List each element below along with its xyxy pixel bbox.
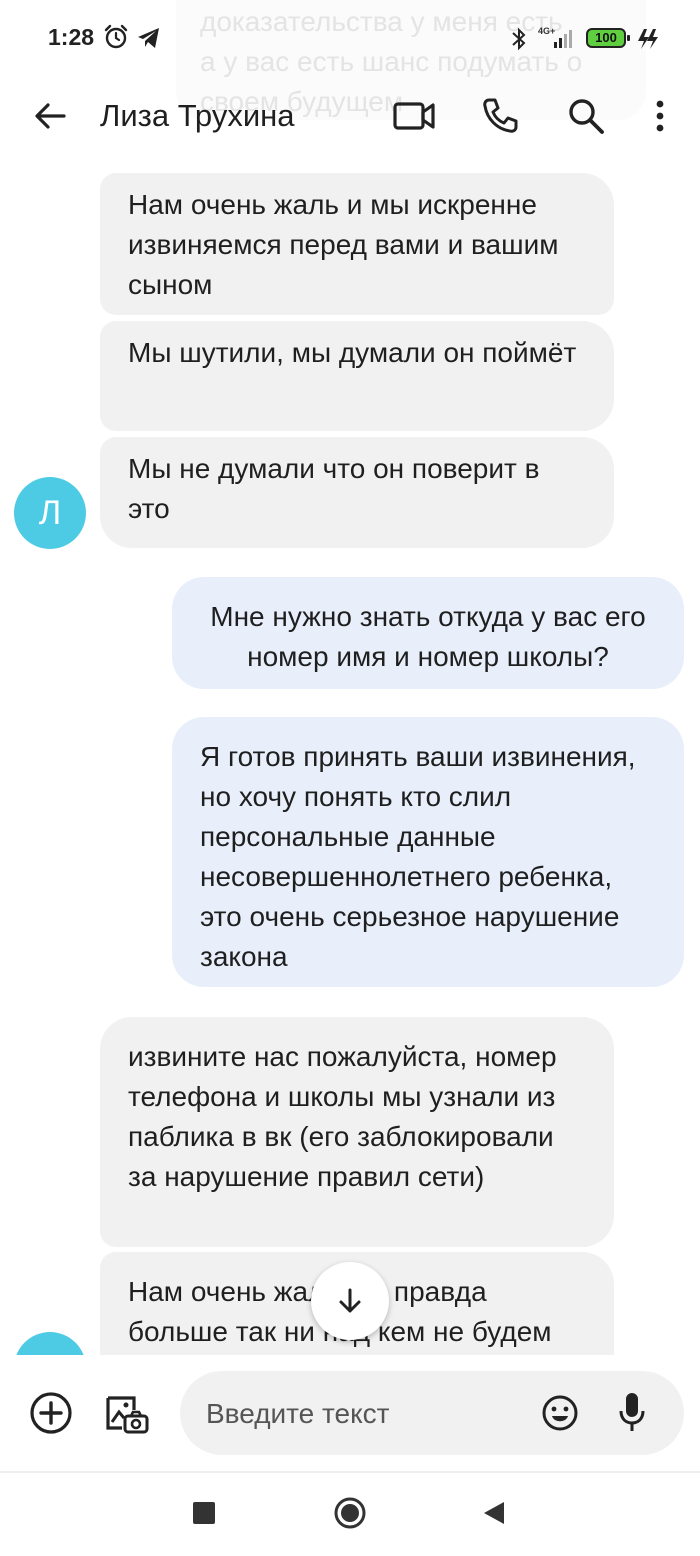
ghost-line: а у вас есть шанс подумать о [200, 46, 583, 77]
phone-call-icon[interactable] [480, 96, 520, 136]
emoji-icon[interactable] [540, 1393, 580, 1433]
more-options-icon[interactable] [648, 96, 672, 136]
nav-back-icon[interactable] [482, 1500, 506, 1526]
telegram-icon [138, 28, 159, 48]
message-bubble-incoming[interactable]: Мы не думали что он поверит в это [100, 437, 614, 548]
compose-bar [0, 1355, 700, 1471]
message-input-container[interactable] [180, 1371, 684, 1455]
charging-icon [638, 29, 658, 49]
message-bubble-incoming[interactable]: извините нас пожалуйста, номер телефона … [100, 1017, 614, 1247]
status-bar: доказательства у меня есть а у вас есть … [0, 0, 700, 120]
scroll-to-bottom-button[interactable] [311, 1262, 389, 1340]
message-bubble-outgoing[interactable]: Я готов принять ваши извинения, но хочу … [172, 717, 684, 987]
status-time: 1:28 [48, 24, 95, 50]
back-arrow-icon[interactable] [30, 96, 70, 136]
message-list[interactable]: Нам очень жаль и мы искренне извиняемся … [0, 160, 700, 1355]
message-bubble-outgoing[interactable]: Мне нужно знать откуда у вас его номер и… [172, 577, 684, 689]
alarm-icon [104, 24, 128, 49]
contact-avatar[interactable]: Л [14, 1332, 86, 1355]
signal-icon [554, 30, 572, 48]
search-icon[interactable] [566, 96, 606, 136]
contact-name: Лиза Трухина [100, 98, 295, 133]
contact-avatar[interactable]: Л [14, 477, 86, 549]
message-input[interactable] [204, 1391, 528, 1437]
home-icon[interactable] [333, 1496, 367, 1530]
app-bar: Лиза Трухина [0, 78, 700, 158]
gallery-camera-icon[interactable] [104, 1390, 150, 1436]
battery-indicator: 100 [586, 28, 630, 48]
bluetooth-icon [512, 27, 526, 51]
message-bubble-incoming[interactable]: Мы шутили, мы думали он поймёт [100, 321, 614, 431]
microphone-icon[interactable] [618, 1391, 646, 1433]
add-attachment-icon[interactable] [28, 1390, 74, 1436]
video-call-icon[interactable] [392, 98, 436, 134]
message-bubble-incoming[interactable]: Нам очень жаль и мы искренне извиняемся … [100, 173, 614, 315]
recent-apps-icon[interactable] [193, 1502, 215, 1524]
arrow-down-icon [339, 1288, 361, 1313]
system-navigation-bar [0, 1473, 700, 1556]
